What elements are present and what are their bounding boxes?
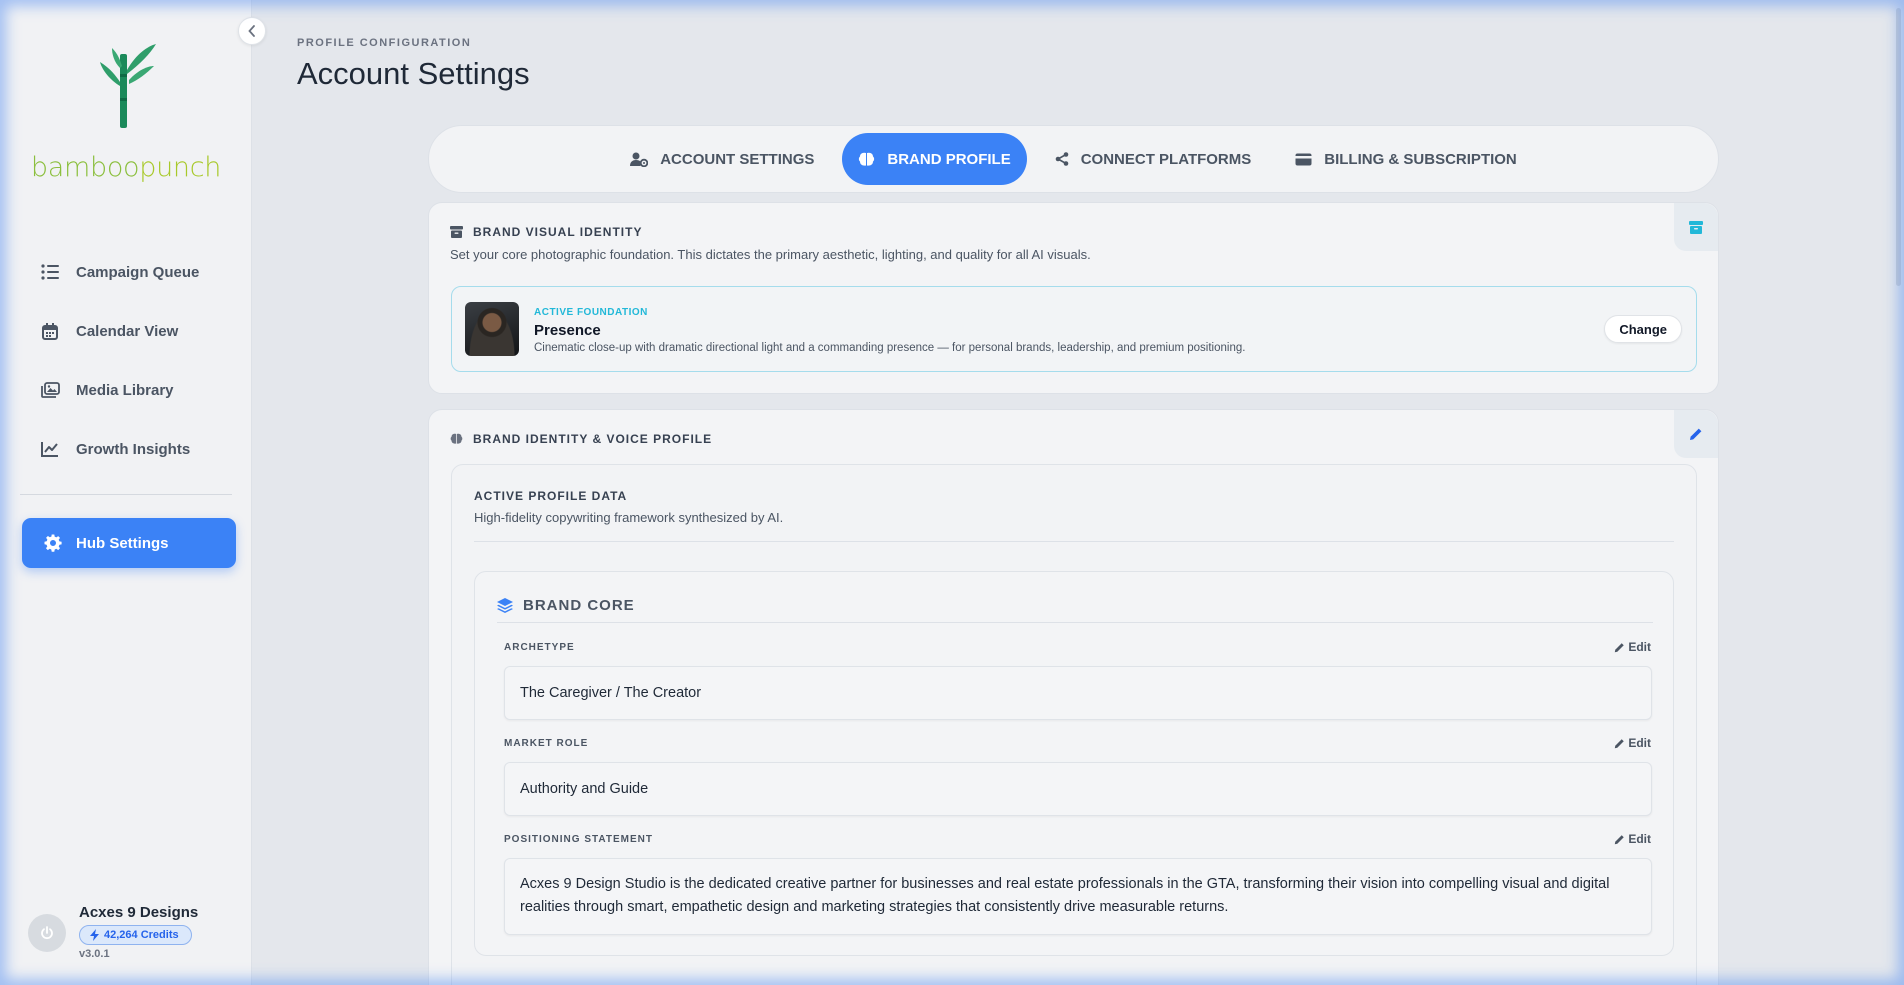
positioning-statement-label: POSITIONING STATEMENT xyxy=(504,834,653,845)
panel-title: ACTIVE PROFILE DATA xyxy=(474,489,628,503)
divider xyxy=(497,622,1653,623)
sidebar-item-label: Growth Insights xyxy=(76,440,191,458)
archive-icon xyxy=(1689,220,1703,234)
user-gear-icon xyxy=(630,152,649,167)
tab-account-settings[interactable]: ACCOUNT SETTINGS xyxy=(614,133,830,185)
sidebar-item-label: Campaign Queue xyxy=(76,263,200,281)
section-subtitle: Set your core photographic foundation. T… xyxy=(450,247,1091,262)
market-role-label: MARKET ROLE xyxy=(504,738,589,749)
brain-icon xyxy=(858,152,875,167)
edit-label: Edit xyxy=(1628,736,1651,750)
tab-label: CONNECT PLATFORMS xyxy=(1080,150,1252,168)
section-header: BRAND IDENTITY & VOICE PROFILE xyxy=(450,432,712,446)
brand-core-section: BRAND CORE ARCHETYPE Edit The Caregiver … xyxy=(474,571,1674,956)
edit-voice-profile-button[interactable] xyxy=(1674,410,1718,458)
list-icon xyxy=(40,264,60,280)
pencil-icon xyxy=(1614,834,1625,845)
tab-label: BRAND PROFILE xyxy=(887,150,1011,168)
tab-brand-profile[interactable]: BRAND PROFILE xyxy=(842,133,1027,185)
brand-core-header: BRAND CORE xyxy=(497,597,635,614)
divider xyxy=(474,541,1674,542)
calendar-icon xyxy=(40,322,60,340)
bamboo-logo-icon xyxy=(100,44,156,128)
pencil-icon xyxy=(1614,642,1625,653)
chevron-left-icon xyxy=(248,25,256,37)
page-scrollbar[interactable] xyxy=(1896,8,1901,286)
visual-identity-archive-button[interactable] xyxy=(1674,203,1718,251)
bolt-icon xyxy=(90,929,99,941)
sidebar-nav: Campaign Queue Calendar View Media Libra… xyxy=(20,248,236,484)
foundation-description: Cinematic close-up with dramatic directi… xyxy=(534,342,1246,354)
sidebar-item-campaign-queue[interactable]: Campaign Queue xyxy=(20,248,236,296)
edit-positioning-statement-button[interactable]: Edit xyxy=(1614,832,1651,846)
credits-value: 42,264 Credits xyxy=(104,929,179,941)
collapse-sidebar-button[interactable] xyxy=(238,17,266,45)
brand-voice-profile-card: BRAND IDENTITY & VOICE PROFILE ACTIVE PR… xyxy=(428,409,1719,985)
sidebar-divider xyxy=(20,494,232,495)
brand-visual-identity-card: BRAND VISUAL IDENTITY Set your core phot… xyxy=(428,202,1719,394)
share-nodes-icon xyxy=(1055,152,1069,166)
gear-icon xyxy=(44,534,62,552)
foundation-eyebrow: ACTIVE FOUNDATION xyxy=(534,307,648,318)
credit-card-icon xyxy=(1295,153,1312,166)
credits-badge: 42,264 Credits xyxy=(79,925,192,945)
sidebar-item-growth-insights[interactable]: Growth Insights xyxy=(20,425,236,473)
archive-icon xyxy=(450,226,463,238)
sidebar: bamboopunch Campaign Queue Calendar View… xyxy=(0,0,252,985)
sidebar-item-hub-settings[interactable]: Hub Settings xyxy=(22,518,236,568)
app-version: v3.0.1 xyxy=(79,948,110,960)
page-title: Account Settings xyxy=(297,56,530,91)
layers-icon xyxy=(497,598,513,613)
tab-billing-subscription[interactable]: BILLING & SUBSCRIPTION xyxy=(1279,133,1533,185)
tab-label: ACCOUNT SETTINGS xyxy=(660,150,815,168)
edit-label: Edit xyxy=(1628,832,1651,846)
archetype-field[interactable]: The Caregiver / The Creator xyxy=(504,666,1652,720)
pencil-icon xyxy=(1614,738,1625,749)
section-title: BRAND VISUAL IDENTITY xyxy=(473,225,643,239)
edit-label: Edit xyxy=(1628,640,1651,654)
change-foundation-button[interactable]: Change xyxy=(1604,315,1682,343)
archetype-label: ARCHETYPE xyxy=(504,642,575,653)
edit-archetype-button[interactable]: Edit xyxy=(1614,640,1651,654)
active-profile-data-panel: ACTIVE PROFILE DATA High-fidelity copywr… xyxy=(451,464,1697,985)
section-title: BRAND IDENTITY & VOICE PROFILE xyxy=(473,432,713,446)
power-icon xyxy=(40,926,54,940)
user-name: Acxes 9 Designs xyxy=(79,904,199,921)
positioning-statement-field[interactable]: Acxes 9 Design Studio is the dedicated c… xyxy=(504,858,1652,935)
pencil-icon xyxy=(1689,427,1703,441)
sidebar-item-label: Calendar View xyxy=(76,322,179,340)
panel-subtitle: High-fidelity copywriting framework synt… xyxy=(474,510,784,525)
brand-core-title: BRAND CORE xyxy=(523,597,635,614)
sidebar-item-media-library[interactable]: Media Library xyxy=(20,366,236,414)
market-role-field[interactable]: Authority and Guide xyxy=(504,762,1652,816)
brand-logo-text: bamboopunch xyxy=(30,152,222,183)
page-eyebrow: PROFILE CONFIGURATION xyxy=(297,37,472,49)
images-icon xyxy=(40,382,60,398)
sidebar-item-label: Hub Settings xyxy=(76,534,169,552)
settings-tabs: ACCOUNT SETTINGS BRAND PROFILE CONNECT P… xyxy=(428,125,1719,193)
active-foundation-panel: ACTIVE FOUNDATION Presence Cinematic clo… xyxy=(451,286,1697,372)
sidebar-item-label: Media Library xyxy=(76,381,174,399)
brain-icon xyxy=(450,433,463,445)
foundation-thumbnail xyxy=(465,302,519,356)
sidebar-item-calendar-view[interactable]: Calendar View xyxy=(20,307,236,355)
tab-label: BILLING & SUBSCRIPTION xyxy=(1324,150,1517,168)
user-profile: Acxes 9 Designs 42,264 Credits v3.0.1 xyxy=(28,900,248,970)
section-header: BRAND VISUAL IDENTITY xyxy=(450,225,642,239)
foundation-name: Presence xyxy=(534,322,601,339)
tab-connect-platforms[interactable]: CONNECT PLATFORMS xyxy=(1039,133,1268,185)
power-button[interactable] xyxy=(28,914,66,952)
edit-market-role-button[interactable]: Edit xyxy=(1614,736,1651,750)
chart-line-icon xyxy=(40,441,60,457)
